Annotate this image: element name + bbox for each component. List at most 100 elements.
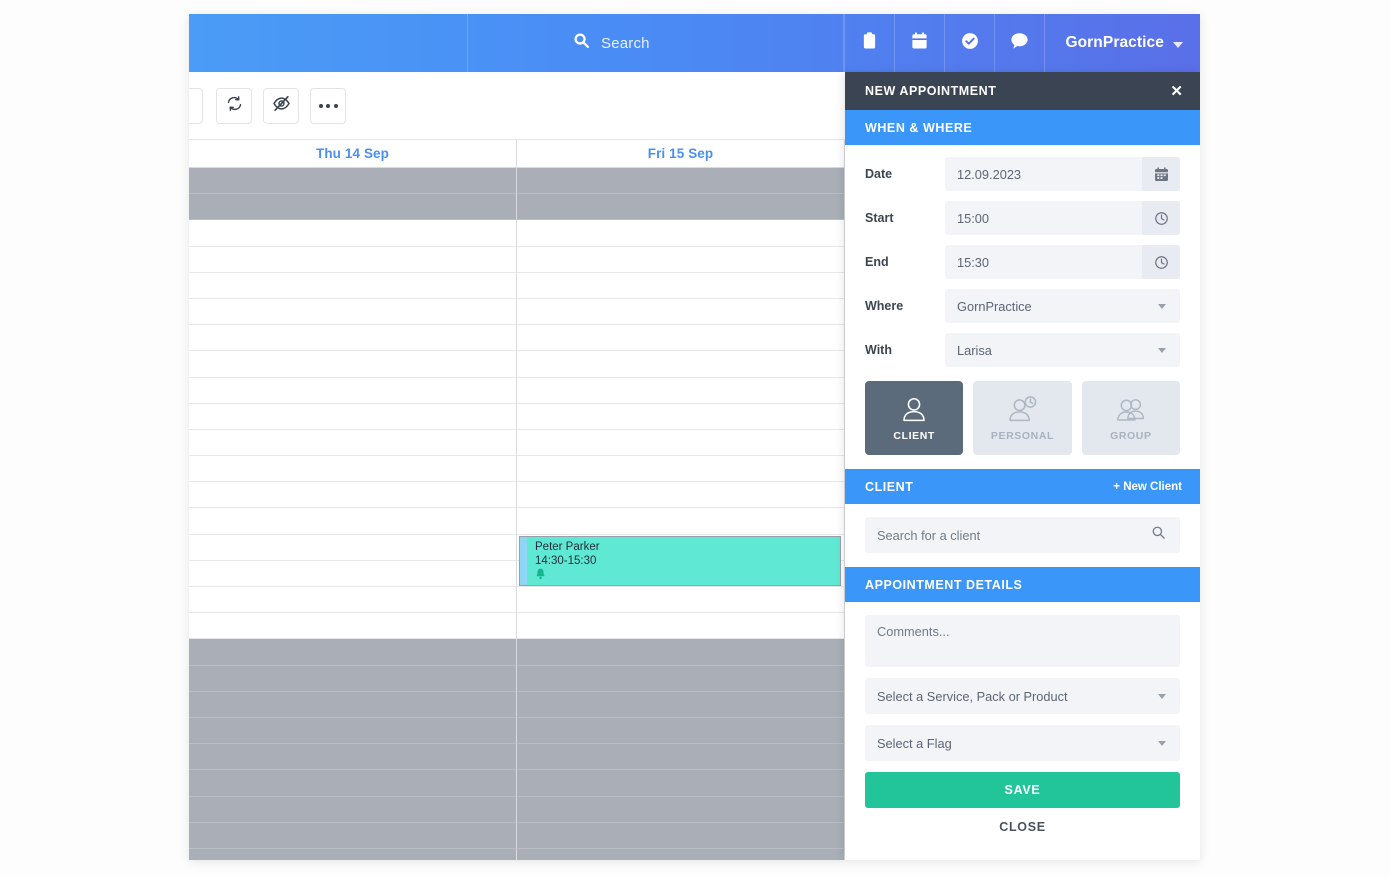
start-time-input[interactable]: 15:00	[945, 201, 1180, 235]
calendar-slot-blocked	[517, 718, 845, 744]
calendar-slot[interactable]	[517, 482, 845, 508]
account-menu[interactable]: GornPractice	[1044, 14, 1200, 72]
close-button[interactable]: CLOSE	[865, 808, 1180, 846]
calendar-slot-blocked	[189, 666, 517, 692]
calendar-slot[interactable]	[189, 273, 517, 299]
search-placeholder-label: Search	[601, 35, 650, 52]
calendar-slot[interactable]	[517, 456, 845, 482]
calendar-slot[interactable]	[517, 378, 845, 404]
calendar-slot[interactable]	[189, 247, 517, 273]
calendar-slot[interactable]	[189, 613, 517, 639]
refresh-button[interactable]	[216, 88, 252, 124]
type-button-client[interactable]: CLIENT	[865, 381, 963, 455]
search-icon[interactable]	[1151, 525, 1166, 545]
service-select[interactable]: Select a Service, Pack or Product	[865, 678, 1180, 714]
where-value: GornPractice	[945, 299, 1158, 314]
global-search[interactable]: Search	[468, 14, 844, 72]
day-column-header-thu[interactable]: Thu 14 Sep	[189, 140, 517, 167]
calendar-slot[interactable]	[189, 587, 517, 613]
with-value: Larisa	[945, 343, 1158, 358]
comments-textarea[interactable]: Comments...	[865, 615, 1180, 667]
calendar-slot[interactable]	[189, 561, 517, 587]
toolbar-partial-button[interactable]	[189, 88, 203, 124]
calendar-slot[interactable]	[189, 508, 517, 534]
calendar-slot[interactable]	[189, 456, 517, 482]
end-label: End	[865, 255, 945, 269]
section-header-client: CLIENT + New Client	[845, 469, 1200, 504]
date-label: Date	[865, 167, 945, 181]
calendar-slot[interactable]	[189, 299, 517, 325]
where-select[interactable]: GornPractice	[945, 289, 1180, 323]
end-time-input[interactable]: 15:30	[945, 245, 1180, 279]
calendar-slot-blocked	[517, 666, 845, 692]
with-select[interactable]: Larisa	[945, 333, 1180, 367]
calendar-slot[interactable]	[189, 404, 517, 430]
top-navigation-bar: Search	[189, 14, 1200, 72]
calendar-slot[interactable]	[517, 351, 845, 377]
calendar-icon[interactable]	[1142, 157, 1180, 191]
calendar-slot[interactable]	[517, 247, 845, 273]
clipboard-icon-button[interactable]	[844, 14, 894, 72]
calendar-slot[interactable]	[517, 325, 845, 351]
calendar-slot-blocked	[189, 718, 517, 744]
calendar-slot[interactable]	[517, 299, 845, 325]
flag-select[interactable]: Select a Flag	[865, 725, 1180, 761]
calendar-slot[interactable]	[517, 508, 845, 534]
account-name-label: GornPractice	[1065, 34, 1164, 52]
new-client-link[interactable]: + New Client	[1113, 481, 1182, 493]
eye-slash-icon	[272, 94, 291, 118]
end-time-value: 15:30	[945, 255, 1142, 270]
tasks-icon-button[interactable]	[944, 14, 994, 72]
calendar-slot[interactable]	[517, 613, 845, 639]
calendar-slot[interactable]	[189, 482, 517, 508]
calendar-icon-button[interactable]	[894, 14, 944, 72]
chevron-down-icon	[1158, 304, 1166, 309]
calendar-slot[interactable]	[189, 325, 517, 351]
date-input[interactable]: 12.09.2023	[945, 157, 1180, 191]
section-header-when-where: WHEN & WHERE	[845, 110, 1200, 145]
close-icon[interactable]: ✕	[1170, 84, 1183, 99]
day-column-header-fri[interactable]: Fri 15 Sep	[517, 140, 845, 167]
client-search-input[interactable]: Search for a client	[865, 517, 1180, 553]
date-field-row: Date 12.09.2023	[865, 157, 1180, 191]
type-button-group[interactable]: GROUP	[1082, 381, 1180, 455]
calendar-slot[interactable]	[517, 404, 845, 430]
clock-icon[interactable]	[1142, 201, 1180, 235]
more-button[interactable]	[310, 88, 346, 124]
calendar-slot[interactable]	[517, 587, 845, 613]
type-button-personal-label: PERSONAL	[991, 430, 1054, 442]
calendar-slot[interactable]	[189, 535, 517, 561]
calendar-slot-blocked	[517, 849, 845, 860]
hide-button[interactable]	[263, 88, 299, 124]
calendar-slot[interactable]	[189, 351, 517, 377]
date-value: 12.09.2023	[945, 167, 1142, 182]
appointment-client-name: Peter Parker	[535, 541, 840, 554]
calendar-slot[interactable]	[517, 430, 845, 456]
start-label: Start	[865, 211, 945, 225]
refresh-icon	[226, 95, 243, 117]
calendar-slot-blocked	[517, 823, 845, 849]
chevron-down-icon	[1173, 42, 1183, 48]
calendar-slot[interactable]	[189, 430, 517, 456]
calendar-slot[interactable]	[517, 273, 845, 299]
calendar-slot-blocked	[517, 639, 845, 665]
calendar-slot-blocked	[189, 168, 517, 194]
calendar-slot[interactable]	[189, 378, 517, 404]
calendar-slot-blocked	[517, 797, 845, 823]
calendar-slot-blocked	[189, 194, 517, 220]
appointment-card[interactable]: Peter Parker 14:30-15:30	[519, 536, 841, 586]
type-button-group-label: GROUP	[1110, 430, 1152, 442]
calendar-slot[interactable]	[517, 220, 845, 246]
clock-icon[interactable]	[1142, 245, 1180, 279]
type-button-personal[interactable]: PERSONAL	[973, 381, 1071, 455]
screen: Search	[0, 0, 1390, 876]
chat-bubble-icon	[1010, 32, 1029, 54]
person-clock-icon	[1006, 394, 1038, 426]
calendar-slot[interactable]	[189, 220, 517, 246]
messages-icon-button[interactable]	[994, 14, 1044, 72]
chevron-down-icon	[1158, 348, 1166, 353]
calendar-slot-blocked	[189, 692, 517, 718]
calendar-slot-blocked	[517, 744, 845, 770]
save-button[interactable]: SAVE	[865, 772, 1180, 808]
calendar-slot-blocked	[189, 770, 517, 796]
